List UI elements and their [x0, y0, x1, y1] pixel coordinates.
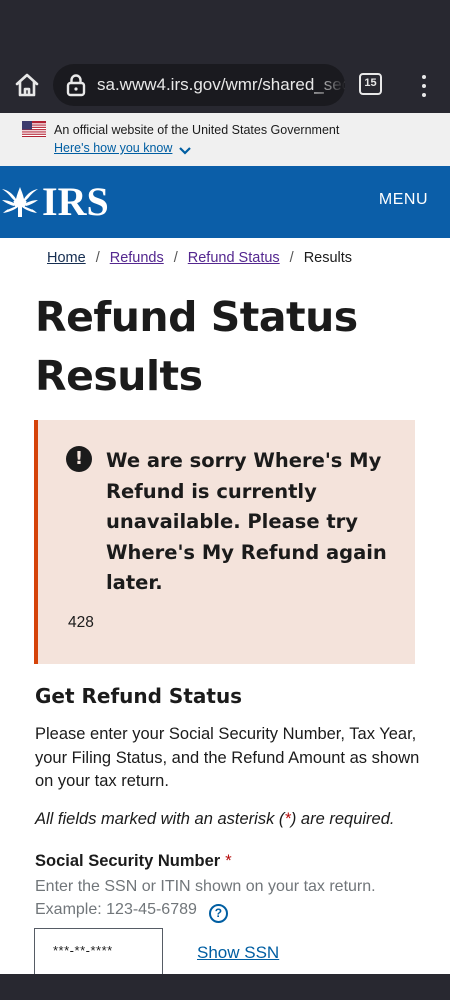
form-heading: Get Refund Status [35, 684, 243, 708]
error-icon: ! [66, 446, 92, 472]
ssn-required-asterisk: * [225, 852, 232, 870]
breadcrumb-refunds[interactable]: Refunds [110, 250, 164, 266]
ssn-hint: Enter the SSN or ITIN shown on your tax … [35, 875, 405, 923]
breadcrumb-current: Results [303, 250, 353, 266]
eagle-icon [2, 187, 38, 217]
page-title: Refund Status Results [35, 293, 358, 400]
gov-banner-text: An official website of the United States… [54, 123, 340, 137]
system-nav-bar [0, 974, 450, 1000]
browser-toolbar: sa.www4.irs.gov/wmr/shared_sec 15 [0, 58, 450, 113]
home-icon[interactable] [12, 70, 42, 100]
breadcrumb-home[interactable]: Home [47, 250, 86, 266]
url-text[interactable]: sa.www4.irs.gov/wmr/shared_sec [97, 75, 345, 95]
required-note-prefix: All fields marked with an asterisk ( [35, 810, 285, 828]
ssn-input[interactable]: ***-**-**** [34, 928, 163, 976]
menu-button[interactable]: MENU [379, 191, 428, 209]
tabs-icon[interactable]: 15 [359, 73, 382, 95]
required-note-suffix: ) are required. [290, 810, 395, 828]
more-vert-icon[interactable] [412, 70, 436, 100]
breadcrumb-separator: / [95, 250, 100, 266]
alert-message: We are sorry Where's My Refund is curren… [106, 449, 387, 594]
lock-icon[interactable] [65, 73, 87, 97]
us-flag-icon [22, 121, 46, 137]
breadcrumb: Home / Refunds / Refund Status / Results [47, 250, 352, 266]
breadcrumb-separator: / [173, 250, 178, 266]
address-bar[interactable]: sa.www4.irs.gov/wmr/shared_sec [53, 64, 345, 106]
show-ssn-link[interactable]: Show SSN [197, 943, 279, 963]
irs-logo-text: IRS [42, 179, 109, 224]
ssn-label-text: Social Security Number [35, 852, 221, 870]
chevron-down-icon[interactable] [178, 143, 192, 155]
gov-banner: An official website of the United States… [0, 113, 450, 166]
url-fade [315, 64, 345, 106]
help-icon[interactable]: ? [208, 904, 228, 923]
how-you-know-link[interactable]: Here's how you know [54, 141, 172, 155]
alert-error-code: 428 [68, 614, 94, 631]
breadcrumb-refund-status[interactable]: Refund Status [188, 250, 280, 266]
irs-logo[interactable]: IRS [0, 179, 109, 224]
ssn-label: Social Security Number * [35, 852, 232, 871]
required-fields-note: All fields marked with an asterisk (*) a… [35, 810, 394, 829]
status-bar [0, 0, 450, 58]
ssn-hint-text: Enter the SSN or ITIN shown on your tax … [35, 878, 376, 918]
breadcrumb-separator: / [289, 250, 294, 266]
site-header: IRS MENU [0, 166, 450, 238]
form-intro: Please enter your Social Security Number… [35, 725, 420, 790]
